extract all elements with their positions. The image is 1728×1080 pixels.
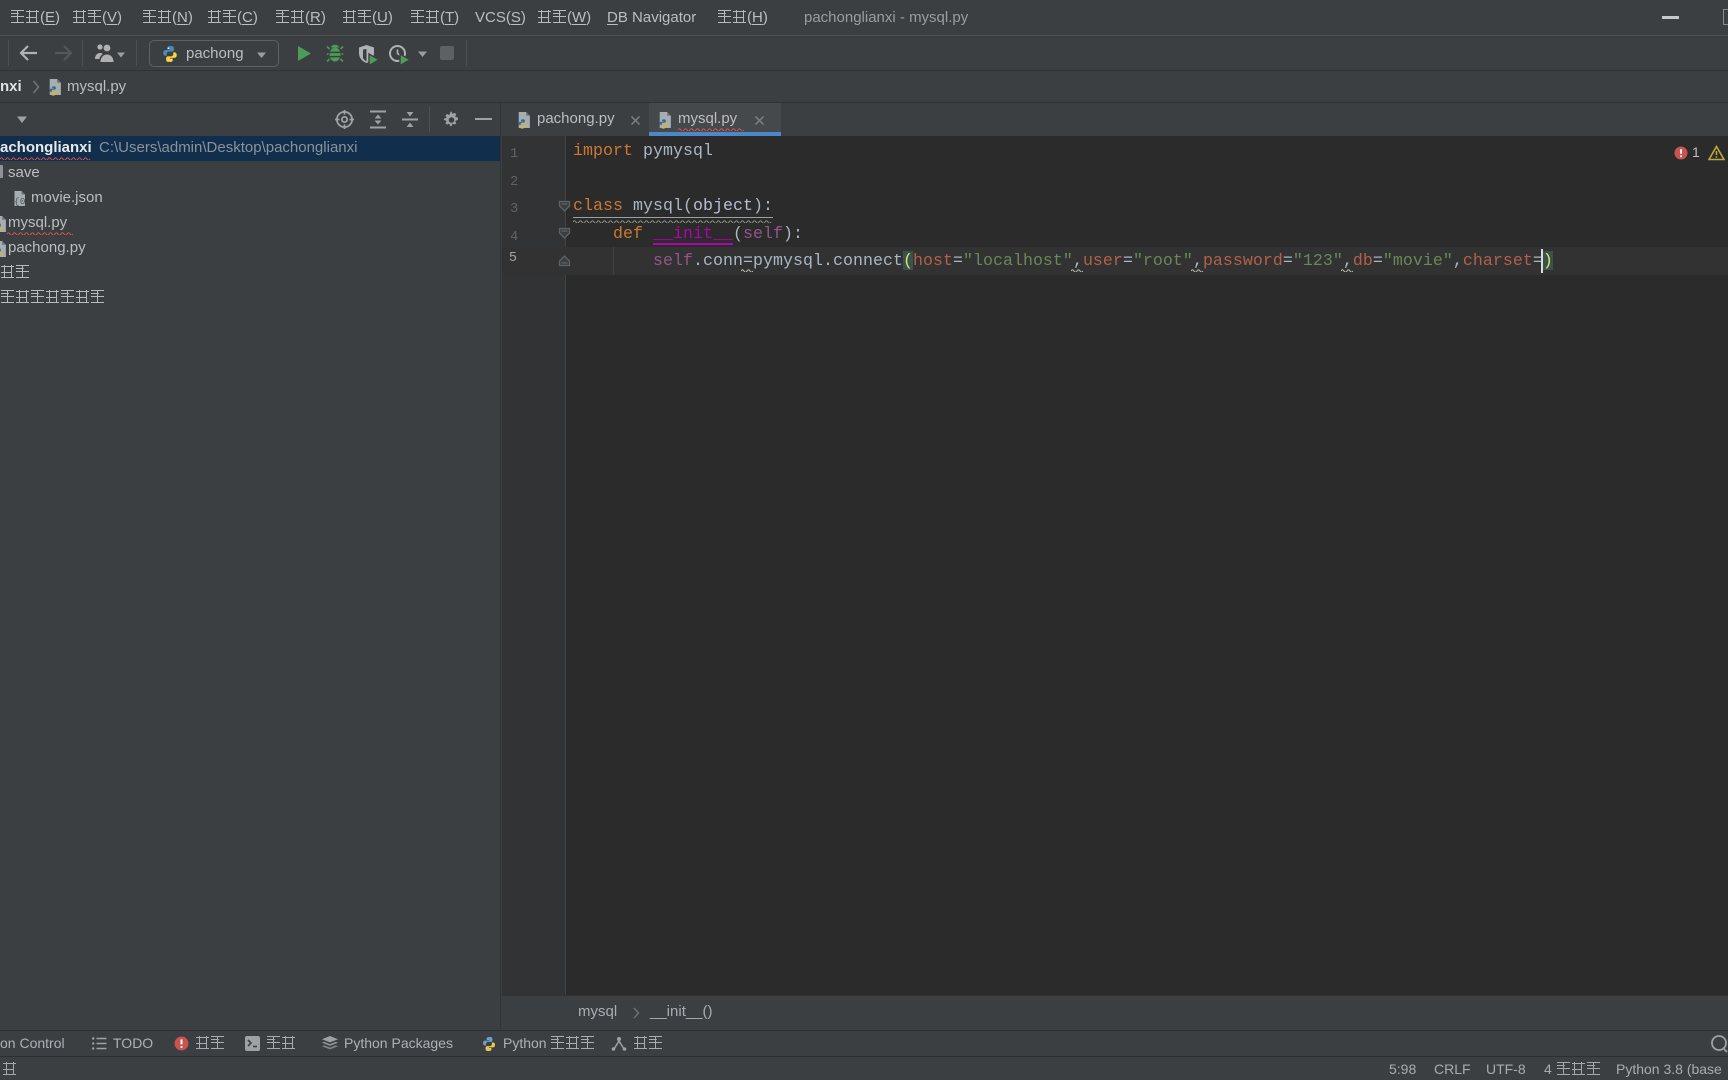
svg-text:{0}: {0} (14, 196, 27, 207)
